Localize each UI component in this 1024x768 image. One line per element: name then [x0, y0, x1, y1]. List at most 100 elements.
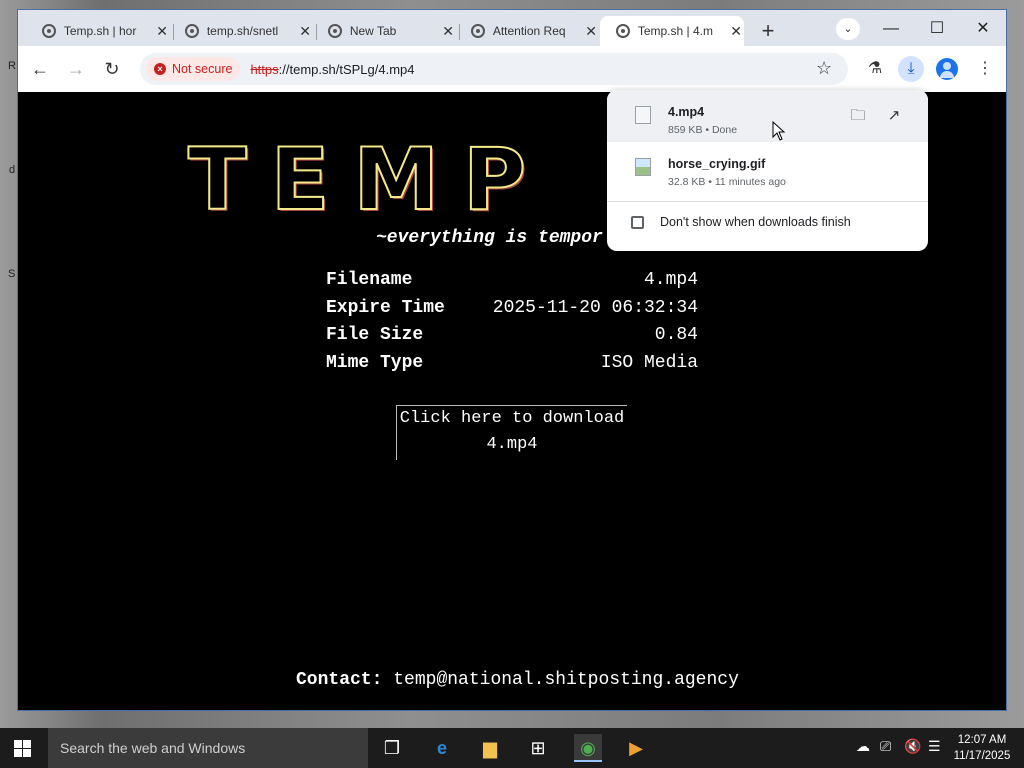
- contact-line: Contact: temp@national.shitposting.agenc…: [296, 670, 739, 690]
- forward-button[interactable]: →: [64, 58, 88, 80]
- store-icon[interactable]: ⊞: [524, 734, 552, 762]
- taskbar: Search the web and Windows ❐ e ▆ ⊞ ◉ ▶ ☁…: [0, 728, 1024, 768]
- chrome-icon: [328, 24, 342, 38]
- info-row: Expire Time 2025-11-20 06:32:34: [326, 298, 698, 326]
- globe-icon: [471, 24, 485, 38]
- mouse-cursor-icon: [772, 121, 786, 141]
- info-value: ISO Media: [600, 352, 698, 373]
- desktop-fragment: S: [8, 268, 16, 280]
- tab-title: New Tab: [349, 24, 397, 38]
- maximize-button[interactable]: ☐: [922, 18, 952, 40]
- tab-title: Attention Req: [492, 24, 566, 38]
- close-icon[interactable]: ✕: [583, 23, 599, 40]
- info-value: 2025-11-20 06:32:34: [492, 297, 698, 318]
- video-file-icon: [635, 106, 651, 124]
- download-meta: 32.8 KB • 11 minutes ago: [668, 176, 786, 188]
- info-row: File Size 0.84: [326, 325, 698, 353]
- globe-icon: [185, 24, 199, 38]
- download-label: Click here to download: [399, 409, 625, 428]
- tab-temp-sh-snetl[interactable]: temp.sh/snetl ✕: [169, 16, 313, 46]
- browser-toolbar: ← → ↻ × Not secure https://temp.sh/tSPLg…: [18, 46, 1006, 92]
- tab-attention-required[interactable]: Attention Req ✕: [455, 16, 599, 46]
- info-label: Mime Type: [326, 352, 424, 373]
- system-clock[interactable]: 12:07 AM 11/17/2025: [950, 732, 1014, 764]
- info-value: 0.84: [654, 325, 698, 345]
- open-external-icon[interactable]: ↗: [884, 106, 904, 126]
- tab-search-button[interactable]: ⌄: [836, 18, 860, 40]
- bookmark-star-icon[interactable]: ☆: [816, 58, 832, 79]
- downloads-bubble: 4.mp4 859 KB • Done 🗀 ↗ horse_crying.gif…: [607, 90, 928, 251]
- download-file-button[interactable]: Click here to download 4.mp4: [396, 405, 627, 460]
- labs-flask-icon[interactable]: ⚗: [862, 56, 888, 82]
- tagline: ~everything is tempor: [376, 228, 603, 248]
- desktop-fragment: R: [8, 60, 16, 72]
- onedrive-cloud-icon[interactable]: ☁: [856, 738, 870, 755]
- close-icon[interactable]: ✕: [440, 23, 456, 40]
- edge-icon[interactable]: e: [428, 734, 456, 762]
- desktop-fragment: d: [9, 164, 16, 176]
- download-meta: 859 KB • Done: [668, 124, 738, 136]
- tab-new-tab[interactable]: New Tab ✕: [312, 16, 456, 46]
- info-row: Mime Type ISO Media: [326, 353, 698, 381]
- file-explorer-icon[interactable]: ▆: [476, 734, 504, 762]
- task-view-icon[interactable]: ❐: [378, 734, 406, 762]
- info-value: 4.mp4: [643, 270, 698, 290]
- warning-icon: ×: [154, 63, 166, 75]
- close-icon[interactable]: ✕: [297, 23, 313, 40]
- url-scheme: https: [250, 61, 279, 77]
- close-window-button[interactable]: ✕: [968, 18, 998, 40]
- security-indicator[interactable]: × Not secure: [146, 57, 241, 81]
- minimize-button[interactable]: —: [876, 18, 906, 40]
- media-player-icon[interactable]: ▶: [622, 734, 650, 762]
- arrow-right-icon: →: [67, 59, 85, 79]
- download-item[interactable]: horse_crying.gif 32.8 KB • 11 minutes ag…: [607, 142, 928, 194]
- info-label: Expire Time: [326, 297, 445, 318]
- back-button[interactable]: ←: [28, 58, 52, 80]
- windows-start-icon[interactable]: [14, 740, 31, 757]
- profile-avatar[interactable]: [936, 58, 958, 80]
- close-icon[interactable]: ✕: [728, 23, 744, 40]
- reload-button[interactable]: ↻: [100, 58, 124, 80]
- clock-date: 11/17/2025: [953, 750, 1011, 762]
- contact-label: Contact:: [296, 670, 383, 690]
- download-filename: 4.mp4: [486, 435, 538, 454]
- network-icon[interactable]: ⎚: [880, 738, 891, 755]
- checkbox[interactable]: [631, 215, 644, 229]
- menu-kebab-icon[interactable]: ⋮: [972, 56, 998, 82]
- download-icon: ⤓: [907, 60, 915, 77]
- downloads-button[interactable]: ⤓: [898, 56, 924, 82]
- new-tab-button[interactable]: +: [758, 18, 778, 44]
- folder-icon[interactable]: 🗀: [848, 106, 868, 126]
- file-info-table: Filename 4.mp4 Expire Time 2025-11-20 06…: [326, 270, 698, 380]
- security-label: Not secure: [172, 62, 233, 76]
- tab-temp-sh-4-mp4[interactable]: Temp.sh | 4.m ✕: [600, 16, 744, 46]
- info-label: Filename: [326, 270, 413, 290]
- url-text[interactable]: https://temp.sh/tSPLg/4.mp4: [250, 62, 414, 77]
- download-filename: 4.mp4: [668, 105, 705, 119]
- bubble-divider: [607, 201, 928, 202]
- checkbox-label: Don't show when downloads finish: [660, 215, 851, 229]
- download-item[interactable]: 4.mp4 859 KB • Done 🗀 ↗: [607, 90, 928, 142]
- chrome-icon[interactable]: ◉: [574, 734, 602, 762]
- contact-email[interactable]: temp@national.shitposting.agency: [393, 670, 739, 690]
- globe-icon: [616, 24, 630, 38]
- address-bar[interactable]: × Not secure https://temp.sh/tSPLg/4.mp4: [140, 53, 848, 85]
- globe-icon: [42, 24, 56, 38]
- url-path: ://temp.sh/tSPLg/4.mp4: [278, 61, 415, 77]
- dont-show-option[interactable]: Don't show when downloads finish: [631, 215, 851, 229]
- temp-sh-logo: TEMP: [187, 129, 551, 231]
- reload-icon: ↻: [104, 59, 120, 79]
- tab-title: Temp.sh | hor: [63, 24, 137, 38]
- tab-strip: Temp.sh | hor ✕ temp.sh/snetl ✕ New Tab …: [18, 10, 1006, 46]
- tab-title: temp.sh/snetl: [206, 24, 279, 38]
- info-row: Filename 4.mp4: [326, 270, 698, 298]
- tab-temp-sh-hor[interactable]: Temp.sh | hor ✕: [26, 16, 170, 46]
- download-filename: horse_crying.gif: [668, 157, 766, 171]
- info-label: File Size: [326, 325, 424, 345]
- action-center-icon[interactable]: ☰: [928, 738, 941, 755]
- close-icon[interactable]: ✕: [154, 23, 170, 40]
- image-file-icon: [635, 158, 651, 176]
- taskbar-search-box[interactable]: Search the web and Windows: [48, 728, 368, 768]
- clock-time: 12:07 AM: [957, 734, 1007, 746]
- volume-muted-icon[interactable]: 🔇: [904, 738, 921, 755]
